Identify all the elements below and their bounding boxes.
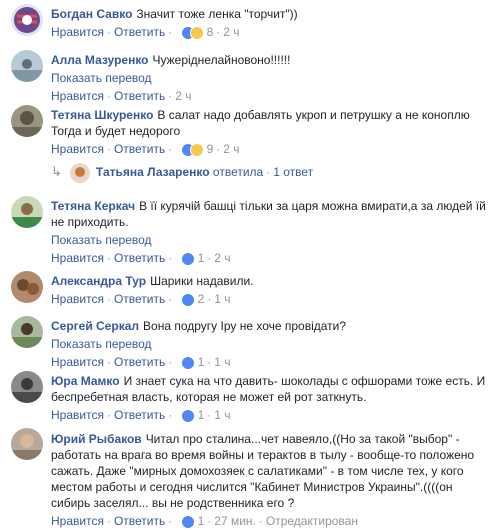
avatar[interactable] xyxy=(11,271,43,303)
like-button[interactable]: Нравится xyxy=(51,292,104,306)
avatar[interactable] xyxy=(11,428,43,460)
reaction-count[interactable]: 1 xyxy=(198,408,205,422)
comment-author[interactable]: Юра Мамко xyxy=(51,374,120,388)
like-reaction-icon[interactable] xyxy=(180,292,196,308)
reaction-count[interactable]: 1 xyxy=(198,355,205,369)
timestamp[interactable]: 2 ч xyxy=(175,89,191,103)
reply-button[interactable]: Ответить xyxy=(114,251,165,265)
reply-author[interactable]: Татьяна Лазаренко xyxy=(96,165,210,179)
reply-button[interactable]: Ответить xyxy=(114,514,165,528)
comment-text: Чужеріднелайновоно!!!!!! xyxy=(152,53,291,67)
like-button[interactable]: Нравится xyxy=(51,514,104,528)
reactions-icon[interactable] xyxy=(180,25,205,41)
reply-action[interactable]: ответила xyxy=(213,165,263,179)
like-reaction-icon[interactable] xyxy=(180,355,196,371)
reply-count[interactable]: 1 ответ xyxy=(273,165,313,179)
timestamp[interactable]: 27 мин. xyxy=(214,514,256,528)
reply-button[interactable]: Ответить xyxy=(114,355,165,369)
like-button[interactable]: Нравится xyxy=(51,142,104,156)
comment-author[interactable]: Тетяна Керкач xyxy=(51,199,135,213)
like-button[interactable]: Нравится xyxy=(51,89,104,103)
like-reaction-icon[interactable] xyxy=(180,251,196,267)
reply-button[interactable]: Ответить xyxy=(114,408,165,422)
reply-button[interactable]: Ответить xyxy=(114,89,165,103)
like-button[interactable]: Нравится xyxy=(51,408,104,422)
avatar[interactable] xyxy=(11,371,43,403)
reply-button[interactable]: Ответить xyxy=(114,142,165,156)
reply-arrow-icon: ↳ xyxy=(51,164,62,179)
reaction-count[interactable]: 2 xyxy=(198,292,205,306)
like-reaction-icon[interactable] xyxy=(180,514,196,530)
like-button[interactable]: Нравится xyxy=(51,251,104,265)
reply-avatar xyxy=(69,162,90,183)
edited-label[interactable]: Отредактирован xyxy=(266,514,358,528)
show-translation-link[interactable]: Показать перевод xyxy=(51,232,489,248)
like-button[interactable]: Нравится xyxy=(51,25,104,39)
avatar[interactable] xyxy=(11,316,43,348)
like-button[interactable]: Нравится xyxy=(51,355,104,369)
comment-author[interactable]: Сергей Серкал xyxy=(51,319,139,333)
timestamp[interactable]: 2 ч xyxy=(223,25,239,39)
timestamp[interactable]: 1 ч xyxy=(214,408,230,422)
avatar[interactable] xyxy=(11,4,43,36)
replies-row[interactable]: ↳ Татьяна Лазаренко ответила · 1 ответ xyxy=(51,161,313,183)
reaction-count[interactable]: 1 xyxy=(198,251,205,265)
comment-text: Значит тоже ленка "торчит")) xyxy=(136,7,298,21)
reaction-count[interactable]: 1 xyxy=(198,514,205,528)
comment-author[interactable]: Алла Мазуренко xyxy=(51,53,149,67)
timestamp[interactable]: 1 ч xyxy=(214,355,230,369)
avatar[interactable] xyxy=(11,105,43,137)
comment-text: Шарики надавили. xyxy=(150,274,254,288)
comment-author[interactable]: Тетяна Шкуренко xyxy=(51,108,153,122)
show-translation-link[interactable]: Показать перевод xyxy=(51,336,489,352)
timestamp[interactable]: 2 ч xyxy=(223,142,239,156)
avatar[interactable] xyxy=(11,196,43,228)
reply-button[interactable]: Ответить xyxy=(114,292,165,306)
reply-button[interactable]: Ответить xyxy=(114,25,165,39)
comment-text: Вона подругу Іру не хоче провідати? xyxy=(143,319,347,333)
avatar[interactable] xyxy=(11,50,43,82)
reaction-count[interactable]: 9 xyxy=(207,142,214,156)
comment-author[interactable]: Юрий Рыбаков xyxy=(51,432,142,446)
timestamp[interactable]: 2 ч xyxy=(214,251,230,265)
reactions-icon[interactable] xyxy=(180,142,205,158)
timestamp[interactable]: 1 ч xyxy=(214,292,230,306)
comment-author[interactable]: Богдан Савко xyxy=(51,7,132,21)
show-translation-link[interactable]: Показать перевод xyxy=(51,70,489,86)
like-reaction-icon[interactable] xyxy=(180,408,196,424)
reaction-count[interactable]: 8 xyxy=(207,25,214,39)
comment-author[interactable]: Александра Тур xyxy=(51,274,146,288)
